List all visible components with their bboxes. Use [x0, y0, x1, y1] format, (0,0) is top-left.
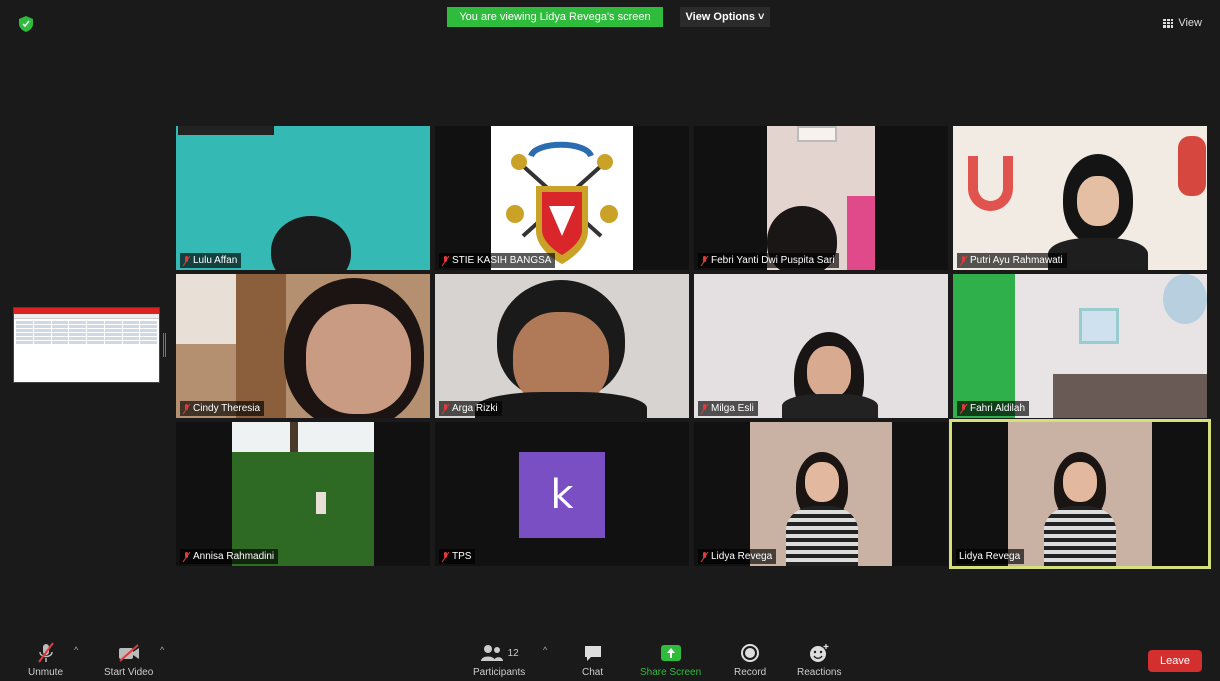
participant-name: Cindy Theresia — [193, 403, 261, 414]
video-tile[interactable]: Febri Yanti Dwi Puspita Sari — [694, 126, 948, 270]
participants-icon — [480, 645, 503, 661]
participants-options-caret[interactable]: ^ — [543, 645, 547, 655]
participant-name: Fahri Aldilah — [970, 403, 1026, 414]
participants-button[interactable]: 12 Participants — [473, 642, 525, 678]
participant-video — [694, 274, 948, 418]
video-tile[interactable]: Annisa Rahmadini — [176, 422, 430, 566]
meeting-toolbar: Unmute ^ Start Video ^ 12 Participants ^ — [0, 635, 1220, 681]
reactions-label: Reactions — [797, 667, 842, 678]
participant-video — [767, 126, 875, 270]
view-options-label: View Options — [685, 11, 755, 23]
muted-mic-icon — [701, 403, 708, 414]
reactions-icon — [810, 644, 829, 662]
muted-mic-icon — [701, 551, 708, 562]
participant-name-tag: Milga Esli — [698, 401, 758, 416]
participant-name-tag: Lidya Revega — [956, 549, 1025, 564]
video-tile[interactable]: STIE KASIH BANGSA — [435, 126, 689, 270]
share-screen-label: Share Screen — [640, 667, 702, 678]
stie-kasih-bangsa-logo — [506, 141, 618, 264]
video-tile[interactable]: Arga Rizki — [435, 274, 689, 418]
muted-mic-icon — [442, 255, 449, 266]
start-video-button[interactable]: Start Video — [104, 642, 153, 678]
participant-video — [435, 274, 689, 418]
participant-video — [953, 126, 1207, 270]
video-tile[interactable]: Milga Esli — [694, 274, 948, 418]
shield-icon[interactable] — [19, 16, 33, 32]
participant-video — [232, 422, 374, 566]
share-screen-icon — [660, 645, 681, 661]
reactions-button[interactable]: Reactions — [797, 642, 841, 678]
participant-name-tag: Lulu Affan — [180, 253, 242, 268]
view-label: View — [1178, 17, 1202, 29]
view-button[interactable]: View — [1163, 17, 1202, 29]
participant-video — [1008, 422, 1152, 566]
participant-video — [176, 126, 430, 270]
muted-mic-icon — [183, 255, 190, 266]
participant-name: Putri Ayu Rahmawati — [970, 255, 1063, 266]
muted-mic-icon — [701, 255, 708, 266]
leave-button[interactable]: Leave — [1148, 650, 1202, 672]
audio-options-caret[interactable]: ^ — [74, 645, 78, 655]
record-icon — [741, 644, 760, 662]
participant-avatar: k — [519, 452, 605, 538]
muted-mic-icon — [442, 551, 449, 562]
viewing-screen-banner: You are viewing Lidya Revega's screen — [447, 7, 663, 27]
participant-name: Milga Esli — [711, 403, 754, 414]
video-tile[interactable]: Lidya Revega — [694, 422, 948, 566]
participant-name: TPS — [452, 551, 472, 562]
video-tile[interactable]: Fahri Aldilah — [953, 274, 1207, 418]
participant-name: Annisa Rahmadini — [193, 551, 275, 562]
gallery-grid-icon — [1163, 18, 1174, 28]
participant-name: Lidya Revega — [959, 551, 1021, 562]
thumbnail-resize-handle[interactable] — [163, 333, 166, 357]
unmute-button[interactable]: Unmute — [28, 642, 63, 678]
video-tile[interactable]: k TPS — [435, 422, 689, 566]
start-video-label: Start Video — [104, 667, 154, 678]
video-tile-active-speaker[interactable]: Lidya Revega — [949, 419, 1211, 569]
shared-screen-thumbnail[interactable] — [13, 307, 160, 383]
participant-name-tag: TPS — [439, 549, 476, 564]
participants-count: 12 — [507, 647, 519, 659]
participant-name: Arga Rizki — [452, 403, 498, 414]
record-button[interactable]: Record — [734, 642, 766, 678]
camera-off-icon — [118, 644, 139, 662]
muted-mic-icon — [960, 255, 967, 266]
video-tile[interactable]: Putri Ayu Rahmawati — [953, 126, 1207, 270]
view-options-button[interactable]: View Options ˅ — [680, 7, 770, 27]
participant-name: STIE KASIH BANGSA — [452, 255, 552, 266]
unmute-label: Unmute — [28, 667, 64, 678]
mic-muted-icon — [37, 642, 54, 663]
participant-video — [750, 422, 892, 566]
chat-label: Chat — [582, 667, 604, 678]
participant-name-tag: Lidya Revega — [698, 549, 777, 564]
participant-name: Lulu Affan — [193, 255, 238, 266]
chat-button[interactable]: Chat — [582, 642, 603, 678]
muted-mic-icon — [183, 403, 190, 414]
participant-name: Febri Yanti Dwi Puspita Sari — [711, 255, 835, 266]
participant-name-tag: Fahri Aldilah — [957, 401, 1030, 416]
share-screen-button[interactable]: Share Screen — [640, 642, 701, 678]
participant-name-tag: Febri Yanti Dwi Puspita Sari — [698, 253, 839, 268]
participant-name: Lidya Revega — [711, 551, 773, 562]
participant-name-tag: Cindy Theresia — [180, 401, 265, 416]
video-tile[interactable]: Cindy Theresia — [176, 274, 430, 418]
participant-name-tag: Annisa Rahmadini — [180, 549, 279, 564]
participant-video — [176, 274, 430, 418]
participant-name-tag: Putri Ayu Rahmawati — [957, 253, 1067, 268]
record-label: Record — [734, 667, 767, 678]
participant-video — [491, 126, 633, 270]
participants-label: Participants — [473, 667, 526, 678]
muted-mic-icon — [960, 403, 967, 414]
participant-video — [953, 274, 1207, 418]
participant-name-tag: Arga Rizki — [439, 401, 502, 416]
video-tile[interactable]: Lulu Affan — [176, 126, 430, 270]
muted-mic-icon — [183, 551, 190, 562]
chat-icon — [584, 646, 601, 661]
chevron-down-icon: ˅ — [758, 11, 765, 23]
video-options-caret[interactable]: ^ — [160, 645, 164, 655]
muted-mic-icon — [442, 403, 449, 414]
participant-name-tag: STIE KASIH BANGSA — [439, 253, 556, 268]
